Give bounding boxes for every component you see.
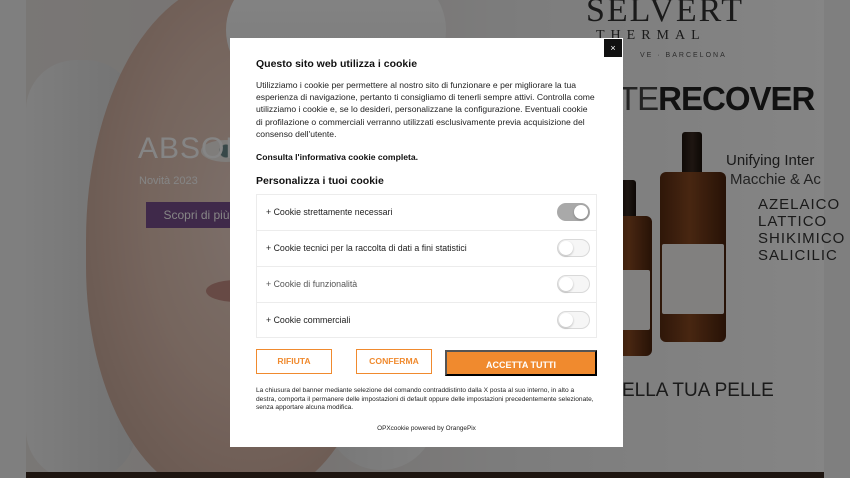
cookie-dialog-title: Questo sito web utilizza i cookie (256, 58, 418, 70)
toggle-knob (559, 313, 573, 327)
toggle-functionality[interactable] (557, 275, 590, 293)
confirm-button[interactable]: CONFERMA (356, 349, 432, 374)
toggle-commercial[interactable] (557, 311, 590, 329)
toggle-statistics[interactable] (557, 239, 590, 257)
cookie-dialog-body: Utilizziamo i cookie per permettere al n… (256, 80, 595, 139)
accept-all-button[interactable]: ACCETTA TUTTI (445, 350, 597, 376)
toggle-necessary[interactable] (557, 203, 590, 221)
cookie-category-commercial[interactable]: + Cookie commerciali (257, 303, 596, 339)
reject-button[interactable]: RIFIUTA (256, 349, 332, 374)
cookie-categories: + Cookie strettamente necessari + Cookie… (256, 194, 597, 338)
cookie-category-statistics[interactable]: + Cookie tecnici per la raccolta di dati… (257, 231, 596, 267)
cookie-category-label[interactable]: + Cookie tecnici per la raccolta di dati… (266, 243, 467, 253)
cookie-category-label[interactable]: + Cookie di funzionalità (266, 279, 357, 289)
toggle-knob (559, 277, 573, 291)
cookie-category-functionality[interactable]: + Cookie di funzionalità (257, 267, 596, 303)
cookie-footer-note: La chiusura del banner mediante selezion… (256, 387, 594, 412)
powered-by-text: OPXcookie powered by OrangePix (377, 425, 476, 432)
cookie-category-label[interactable]: + Cookie strettamente necessari (266, 207, 392, 217)
cookie-category-label[interactable]: + Cookie commerciali (266, 315, 350, 325)
close-icon[interactable]: × (604, 39, 622, 57)
cookie-policy-link[interactable]: Consulta l'informativa cookie completa. (256, 152, 418, 162)
toggle-knob (559, 241, 573, 255)
customize-title: Personalizza i tuoi cookie (256, 175, 384, 187)
toggle-knob (574, 205, 588, 219)
cookie-category-necessary[interactable]: + Cookie strettamente necessari (257, 195, 596, 231)
